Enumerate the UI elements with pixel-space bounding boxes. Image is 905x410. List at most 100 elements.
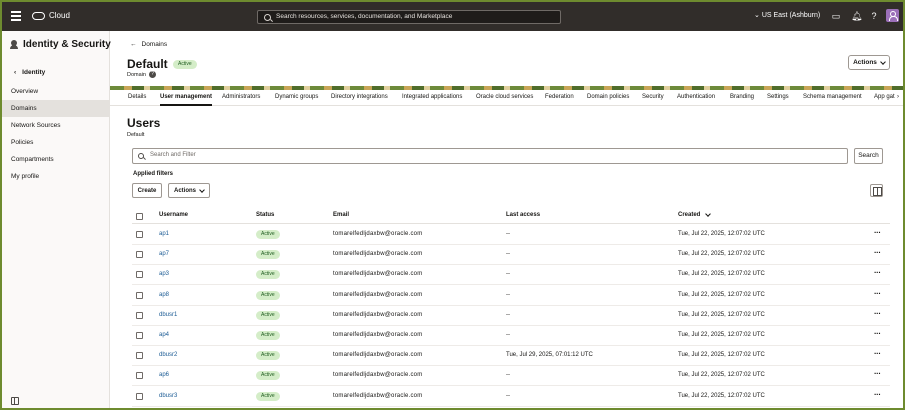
row-checkbox[interactable] [136, 392, 143, 400]
manage-columns-icon[interactable] [870, 184, 883, 197]
table-row[interactable]: ap8 Active tomarelfedljdaxbw@oracle.com -- T… [132, 286, 890, 306]
sidebar-item-my-profile[interactable]: My profile [2, 168, 109, 185]
row-checkbox[interactable] [136, 352, 143, 360]
chevron-left-icon: ‹ [14, 69, 17, 76]
tab-authentication[interactable]: Authentication [677, 94, 715, 106]
tab-administrators[interactable]: Administrators [222, 94, 260, 106]
row-checkbox[interactable] [136, 271, 143, 279]
row-checkbox[interactable] [136, 231, 143, 238]
row-checkbox[interactable] [136, 332, 143, 339]
tab-domain-policies[interactable]: Domain policies [587, 94, 629, 106]
tab-schema-management[interactable]: Schema management [803, 94, 862, 106]
username-link[interactable]: dbusr3 [159, 393, 177, 399]
tab-integrated-applications[interactable]: Integrated applications [402, 94, 462, 106]
column-last-access[interactable]: Last access [506, 212, 540, 218]
sidebar-title: Identity & Security [23, 39, 111, 50]
email-cell: tomarelfedljdaxbw@oracle.com [333, 231, 423, 237]
cloud-shell-icon[interactable]: ▭ [831, 11, 841, 21]
username-link[interactable]: ap3 [159, 271, 169, 277]
domain-label: Domain [127, 71, 146, 78]
column-username[interactable]: Username [159, 212, 188, 218]
more-actions-icon[interactable]: ··· [874, 390, 881, 399]
tab-user-management[interactable]: User management [160, 94, 213, 106]
tab-settings[interactable]: Settings [767, 94, 789, 106]
column-email[interactable]: Email [333, 212, 349, 218]
region-selector[interactable]: ⌄ US East (Ashburn) [754, 11, 820, 19]
username-link[interactable]: dbusr1 [159, 312, 177, 318]
sidebar-back-link[interactable]: ‹ Identity [14, 69, 45, 76]
search-button[interactable]: Search [854, 148, 883, 164]
table-row[interactable]: ap6 Active tomarelfedljdaxbw@oracle.com -- T… [132, 366, 890, 387]
tab-dynamic-groups[interactable]: Dynamic groups [275, 94, 318, 106]
profile-avatar-icon[interactable] [886, 9, 899, 22]
email-cell: tomarelfedljdaxbw@oracle.com [333, 311, 423, 318]
column-created-label: Created [678, 212, 701, 218]
search-filter-placeholder: Search and Filter [150, 152, 196, 158]
notifications-bell-icon[interactable]: 🔔︎ [851, 11, 862, 21]
header-actions-button[interactable]: Actions [848, 55, 890, 70]
status-badge: Active [256, 310, 280, 320]
info-icon[interactable]: ? [148, 71, 156, 78]
more-actions-icon[interactable]: ··· [874, 349, 881, 358]
more-actions-icon[interactable]: ··· [874, 369, 881, 378]
more-actions-icon[interactable]: ··· [874, 289, 881, 298]
tab-oracle-cloud-services[interactable]: Oracle cloud services [476, 94, 533, 106]
column-created[interactable]: Created [678, 211, 711, 218]
last-access-cell: -- [506, 291, 510, 298]
more-actions-icon[interactable]: ··· [874, 268, 881, 277]
sidebar-item-network-sources[interactable]: Network Sources [2, 117, 109, 134]
breadcrumb[interactable]: ← Domains [130, 41, 167, 48]
sidebar-item-compartments[interactable]: Compartments [2, 151, 109, 168]
select-all-checkbox[interactable] [136, 213, 143, 220]
row-checkbox[interactable] [136, 251, 143, 259]
table-row[interactable]: ap4 Active tomarelfedljdaxbw@oracle.com -- T… [132, 326, 890, 346]
search-filter-input[interactable]: Search and Filter [132, 148, 848, 164]
username-link[interactable]: ap8 [159, 292, 169, 298]
tab-bar: Details User management Administrators D… [110, 91, 903, 106]
created-cell: Tue, Jul 22, 2025, 12:07:02 UTC [678, 311, 765, 318]
status-badge: Active [256, 391, 280, 401]
tabs-scroll-right-icon[interactable]: › [897, 94, 899, 106]
username-link[interactable]: ap7 [159, 251, 169, 257]
tab-app-gateways[interactable]: App gat [874, 94, 895, 106]
create-user-button[interactable]: Create [132, 183, 162, 198]
collapse-sidebar-icon[interactable] [11, 397, 19, 405]
username-link[interactable]: ap6 [159, 372, 169, 378]
username-link[interactable]: ap1 [159, 231, 169, 237]
tab-federation[interactable]: Federation [545, 94, 574, 106]
status-badge: Active [256, 351, 280, 361]
table-row[interactable]: dbusr1 Active tomarelfedljdaxbw@oracle.com… [132, 306, 890, 326]
table-row[interactable]: ap1 Active tomarelfedljdaxbw@oracle.com -- T… [132, 225, 890, 245]
row-checkbox[interactable] [136, 372, 143, 380]
sidebar-item-domains[interactable]: Domains [2, 100, 109, 117]
username-link[interactable]: ap4 [159, 332, 169, 338]
tab-branding[interactable]: Branding [730, 94, 754, 106]
tab-details[interactable]: Details [128, 94, 146, 106]
table-row[interactable]: dbusr3 Active tomarelfedljdaxbw@oracle.com… [132, 387, 890, 407]
last-access-cell: -- [506, 332, 510, 338]
menu-icon[interactable] [11, 11, 21, 21]
global-search-input[interactable]: Search resources, services, documentatio… [257, 10, 561, 24]
table-row[interactable]: dbusr2 Active tomarelfedljdaxbw@oracle.com… [132, 346, 890, 367]
more-actions-icon[interactable]: ··· [874, 248, 881, 257]
row-checkbox[interactable] [136, 311, 143, 319]
oracle-logo-icon[interactable] [32, 12, 45, 20]
tab-security[interactable]: Security [642, 94, 664, 106]
column-status[interactable]: Status [256, 212, 274, 218]
table-actions-button[interactable]: Actions [168, 183, 210, 198]
more-actions-icon[interactable]: ··· [874, 329, 881, 338]
help-icon[interactable]: ? [869, 11, 879, 21]
sidebar-item-policies[interactable]: Policies [2, 134, 109, 151]
table-row[interactable]: ap7 Active tomarelfedljdaxbw@oracle.com -- T… [132, 245, 890, 266]
more-actions-icon[interactable]: ··· [874, 228, 881, 237]
table-row[interactable]: ap3 Active tomarelfedljdaxbw@oracle.com -- T… [132, 265, 890, 286]
row-checkbox[interactable] [136, 291, 143, 299]
username-link[interactable]: dbusr2 [159, 352, 177, 358]
sidebar-item-overview[interactable]: Overview [2, 83, 109, 100]
sidebar-header: Identity & Security [10, 39, 111, 50]
more-actions-icon[interactable]: ··· [874, 309, 881, 318]
status-badge: Active [256, 270, 280, 280]
table-header: Username Status Email Last access Create… [132, 208, 890, 224]
tab-directory-integrations[interactable]: Directory integrations [331, 94, 388, 106]
email-cell: tomarelfedljdaxbw@oracle.com [333, 251, 423, 258]
